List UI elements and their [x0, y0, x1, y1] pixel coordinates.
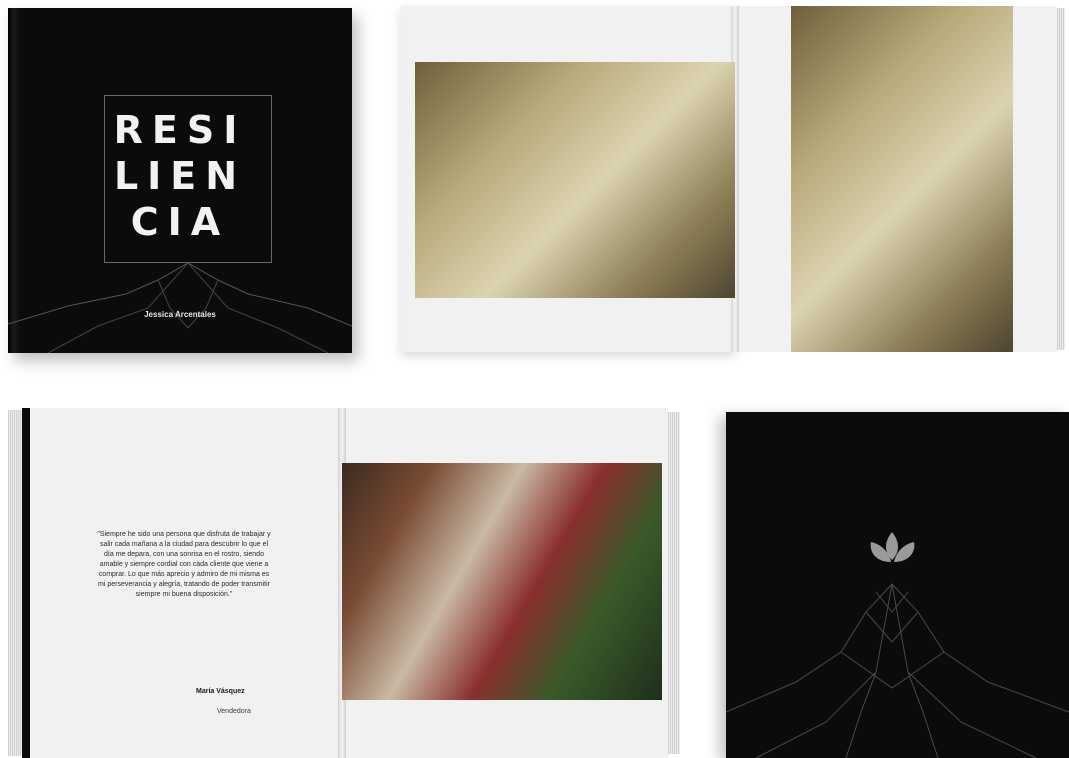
page-edges: [8, 410, 22, 756]
mountain-line-art: [8, 262, 352, 353]
book-spread-photos: [401, 6, 1065, 352]
book-back-cover: [726, 412, 1069, 758]
classroom-photo-left: [415, 62, 735, 298]
leaf-logo-icon: [870, 532, 915, 562]
back-cover-line-art: [726, 532, 1069, 758]
book-front-cover: RESI LIEN CIA Jessica Arcentales: [8, 8, 352, 353]
quote-author-name: María Vásquez: [196, 688, 245, 695]
classroom-photo-right: [791, 6, 1013, 352]
quote-author-role: Vendedora: [217, 708, 251, 715]
page-edges: [668, 412, 680, 754]
book-spread-quote: "Siempre he sido una persona que disfrut…: [8, 408, 680, 758]
book-binding: [22, 408, 30, 758]
flower-vendor-photo: [342, 463, 662, 700]
page-edges: [1057, 8, 1065, 350]
testimonial-quote: "Siempre he sido una persona que disfrut…: [97, 531, 271, 598]
cover-author: Jessica Arcentales: [144, 310, 216, 319]
